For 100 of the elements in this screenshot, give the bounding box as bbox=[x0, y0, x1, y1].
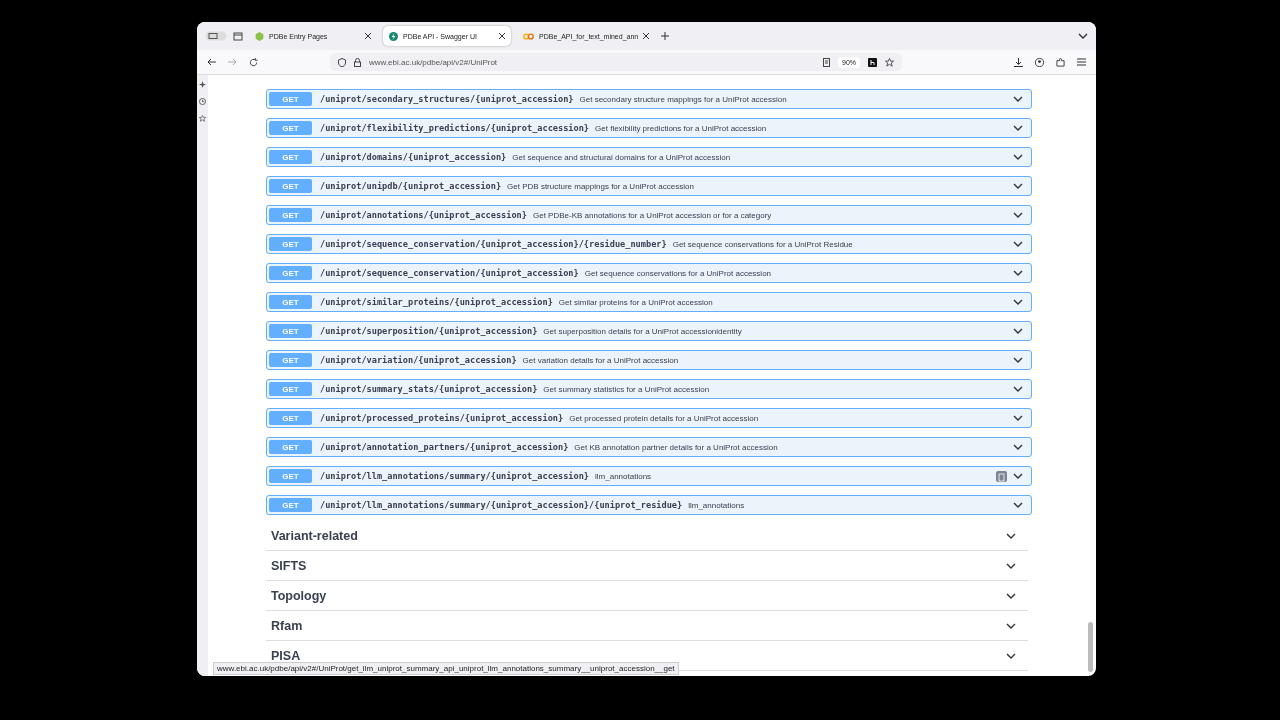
endpoint-row[interactable]: GET /uniprot/llm_annotations/summary/{uniprot_accession}/{uniprot_residue} llm_annotations bbox=[266, 495, 1032, 515]
endpoint-path: /uniprot/superposition/{uniprot_accession} bbox=[320, 326, 538, 336]
section-header[interactable]: SIFTS bbox=[266, 551, 1028, 581]
shield-icon bbox=[338, 57, 346, 67]
endpoint-path: /uniprot/annotation_partners/{uniprot_accession} bbox=[320, 442, 569, 452]
account-icon[interactable] bbox=[1035, 57, 1044, 67]
endpoint-path: /uniprot/processed_proteins/{uniprot_accession} bbox=[320, 413, 564, 423]
reader-view-icon[interactable] bbox=[823, 57, 830, 67]
close-icon[interactable] bbox=[365, 33, 371, 39]
chevron-down-icon bbox=[1013, 299, 1023, 305]
endpoint-row[interactable]: GET /uniprot/sequence_conservation/{uniprot_accession} Get sequence conservations for a UniProt accession bbox=[266, 263, 1032, 283]
download-icon[interactable] bbox=[1014, 57, 1023, 67]
method-badge: GET bbox=[269, 150, 312, 164]
endpoint-description: Get superposition details for a UniProt accessionidentity bbox=[543, 326, 743, 336]
method-badge: GET bbox=[269, 411, 312, 425]
endpoint-row[interactable]: GET /uniprot/flexibility_predictions/{uniprot_accession} Get flexibility predictions for a UniProt accession bbox=[266, 118, 1032, 138]
endpoint-row[interactable]: GET /uniprot/domains/{uniprot_accession} Get sequence and structural domains for a UniProt accession bbox=[266, 147, 1032, 167]
close-icon[interactable] bbox=[499, 33, 505, 39]
reload-icon[interactable] bbox=[249, 57, 258, 67]
tab-list-icon bbox=[1078, 33, 1088, 39]
endpoint-row[interactable]: GET /uniprot/superposition/{uniprot_accession} Get superposition details for a UniProt accessionidentity bbox=[266, 321, 1032, 341]
endpoint-description: Get secondary structure mappings for a UniProt accession bbox=[579, 94, 788, 104]
endpoint-description: Get PDBe-KB annotations for a UniProt accession or for a category bbox=[532, 210, 773, 220]
chevron-down-icon bbox=[1013, 444, 1023, 450]
endpoint-path: /uniprot/domains/{uniprot_accession} bbox=[320, 152, 507, 162]
endpoint-description: llm_annotations bbox=[595, 471, 653, 481]
endpoint-row[interactable]: GET /uniprot/variation/{uniprot_accession} Get variation details for a UniProt accession bbox=[266, 350, 1032, 370]
chevron-down-icon bbox=[1013, 270, 1023, 276]
endpoint-description: Get KB annotation partner details for a UniProt accession bbox=[574, 442, 779, 452]
endpoint-path: /uniprot/llm_annotations/summary/{uniprot_accession} bbox=[320, 471, 590, 481]
hexagon-icon bbox=[255, 31, 264, 41]
copy-button[interactable] bbox=[996, 470, 1007, 482]
back-icon[interactable] bbox=[207, 58, 216, 66]
scrollbar-thumb[interactable] bbox=[1088, 622, 1093, 672]
link-url-tooltip: www.ebi.ac.uk/pdbe/api/v2#/UniProt/get_llm_uniprot_summary_api_uniprot_llm_annotations_summary__uniprot_accession__get bbox=[213, 662, 679, 675]
method-badge: GET bbox=[269, 121, 312, 135]
chevron-down-icon bbox=[1013, 502, 1023, 508]
endpoint-path: /uniprot/secondary_structures/{uniprot_accession} bbox=[320, 94, 574, 104]
endpoint-path: /uniprot/similar_proteins/{uniprot_accession} bbox=[320, 297, 553, 307]
chevron-down-icon bbox=[1013, 212, 1023, 218]
endpoint-description: Get variation details for a UniProt accession bbox=[522, 355, 680, 365]
method-badge: GET bbox=[269, 237, 312, 251]
endpoint-description: Get flexibility predictions for a UniProt accession bbox=[595, 123, 768, 133]
endpoint-row[interactable]: GET /uniprot/similar_proteins/{uniprot_accession} Get similar proteins for a UniProt accession bbox=[266, 292, 1032, 312]
endpoint-description: Get sequence and structural domains for a UniProt accession bbox=[512, 152, 732, 162]
star-icon[interactable] bbox=[885, 57, 894, 67]
endpoint-row[interactable]: GET /uniprot/sequence_conservation/{uniprot_accession}/{residue_number} Get sequence conservations for a UniProt Residue bbox=[266, 234, 1032, 254]
method-badge: GET bbox=[269, 92, 312, 106]
endpoint-path: /uniprot/llm_annotations/summary/{uniprot_accession}/{uniprot_residue} bbox=[320, 500, 683, 510]
sidebar-toggle-icon[interactable] bbox=[205, 31, 227, 41]
chevron-down-icon bbox=[1013, 183, 1023, 189]
endpoint-path: /uniprot/sequence_conservation/{uniprot_accession} bbox=[320, 268, 579, 278]
chevron-down-icon bbox=[1013, 328, 1023, 334]
close-icon[interactable] bbox=[643, 33, 650, 39]
tab-tray-icon[interactable] bbox=[233, 31, 243, 41]
chevron-down-icon bbox=[1013, 125, 1023, 131]
endpoint-row[interactable]: GET /uniprot/unipdb/{uniprot_accession} Get PDB structure mappings for a UniProt accession bbox=[266, 176, 1032, 196]
endpoint-row[interactable]: GET /uniprot/annotations/{uniprot_accession} Get PDBe-KB annotations for a UniProt accession or for a category bbox=[266, 205, 1032, 225]
extension-icon[interactable] bbox=[868, 57, 877, 67]
method-badge: GET bbox=[269, 324, 312, 338]
endpoint-path: /uniprot/annotations/{uniprot_accession} bbox=[320, 210, 527, 220]
endpoint-row[interactable]: GET /uniprot/annotation_partners/{uniprot_accession} Get KB annotation partner details for a UniProt accession bbox=[266, 437, 1032, 457]
endpoint-row[interactable]: GET /uniprot/llm_annotations/summary/{uniprot_accession} llm_annotations bbox=[266, 466, 1032, 486]
method-badge: GET bbox=[269, 498, 312, 512]
endpoint-path: /uniprot/sequence_conservation/{uniprot_accession}/{residue_number} bbox=[320, 239, 667, 249]
method-badge: GET bbox=[269, 440, 312, 454]
method-badge: GET bbox=[269, 295, 312, 309]
endpoint-row[interactable]: GET /uniprot/secondary_structures/{uniprot_accession} Get secondary structure mappings for a UniProt accession bbox=[266, 89, 1032, 109]
chevron-down-icon bbox=[1013, 241, 1023, 247]
sparkle-icon[interactable] bbox=[199, 81, 206, 88]
menu-icon[interactable] bbox=[1077, 58, 1086, 66]
section-header[interactable]: Rfam bbox=[266, 611, 1028, 641]
endpoint-description: llm_annotations bbox=[688, 500, 746, 510]
endpoint-row[interactable]: GET /uniprot/summary_stats/{uniprot_accession} Get summary statistics for a UniProt accession bbox=[266, 379, 1032, 399]
method-badge: GET bbox=[269, 266, 312, 280]
method-badge: GET bbox=[269, 469, 312, 483]
endpoint-description: Get sequence conservations for a UniProt Residue bbox=[672, 239, 854, 249]
star-icon[interactable] bbox=[199, 115, 206, 122]
lock-icon bbox=[354, 57, 361, 67]
endpoint-path: /uniprot/summary_stats/{uniprot_accession} bbox=[320, 384, 538, 394]
colab-logo-icon bbox=[523, 32, 534, 40]
chevron-down-icon bbox=[1013, 96, 1023, 102]
endpoint-description: Get summary statistics for a UniProt accession bbox=[543, 384, 711, 394]
new-tab-icon[interactable] bbox=[661, 32, 670, 40]
method-badge: GET bbox=[269, 382, 312, 396]
method-badge: GET bbox=[269, 353, 312, 367]
chevron-down-icon bbox=[1013, 386, 1023, 392]
chevron-down-icon bbox=[1013, 473, 1023, 479]
clock-icon[interactable] bbox=[199, 98, 206, 105]
endpoint-path: /uniprot/flexibility_predictions/{uniprot_accession} bbox=[320, 123, 590, 133]
section-header[interactable]: Variant-related bbox=[266, 521, 1028, 551]
chevron-down-icon bbox=[1013, 357, 1023, 363]
endpoint-description: Get sequence conservations for a UniProt accession bbox=[584, 268, 773, 278]
endpoint-description: Get PDB structure mappings for a UniProt accession bbox=[507, 181, 695, 191]
endpoint-description: Get processed protein details for a UniProt accession bbox=[569, 413, 760, 423]
chevron-down-icon bbox=[1013, 154, 1023, 160]
method-badge: GET bbox=[269, 179, 312, 193]
section-header[interactable]: Topology bbox=[266, 581, 1028, 611]
endpoint-row[interactable]: GET /uniprot/processed_proteins/{uniprot_accession} Get processed protein details for a UniProt accession bbox=[266, 408, 1032, 428]
swagger-logo-icon bbox=[389, 31, 398, 41]
